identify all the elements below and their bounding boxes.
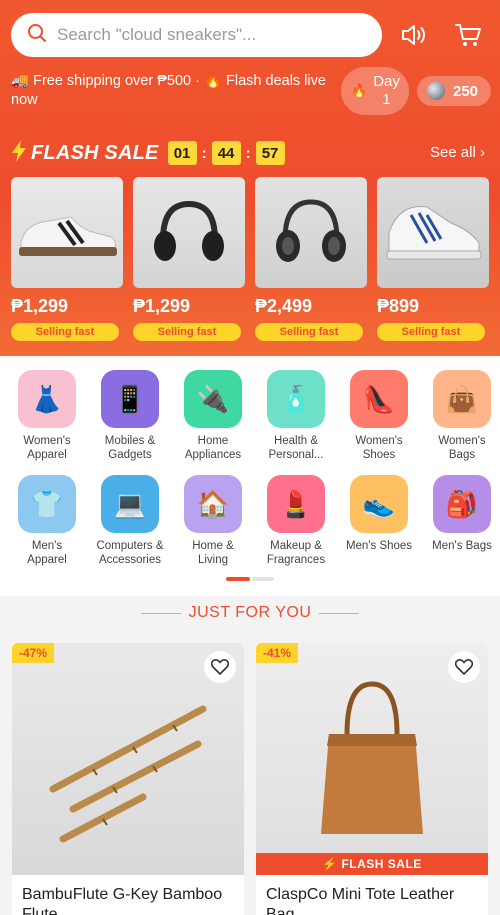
- shipping-notice: 🚚 Free shipping over ₱500 · 🔥 Flash deal…: [11, 73, 326, 108]
- search-input[interactable]: [57, 25, 357, 45]
- timer-minutes: 44: [211, 141, 241, 165]
- see-all-label: See all: [429, 144, 476, 161]
- just-for-you-title: JUST FOR YOU: [188, 604, 312, 621]
- sneaker-icon: 👟: [350, 475, 408, 533]
- product-price: ₱899: [377, 296, 420, 316]
- coin-icon: [427, 82, 445, 100]
- coins-count: 250: [453, 82, 479, 100]
- flash-sale-header: FLASH SALE 01 : 44 : 57: [11, 139, 285, 167]
- discount-badge: -47%: [12, 643, 55, 663]
- category-home-living[interactable]: 🏠 Home & Living: [172, 475, 254, 567]
- category-mobiles-gadgets[interactable]: 📱 Mobiles & Gadgets: [89, 370, 171, 462]
- selling-fast-tag: Selling fast: [255, 323, 363, 341]
- category-label: Men's Shoes: [345, 540, 413, 552]
- lightning-icon: [11, 139, 27, 167]
- fire-icon: 🔥: [351, 83, 368, 98]
- discount-badge: -41%: [256, 643, 299, 663]
- category-mens-bags[interactable]: 🎒 Men's Bags: [421, 475, 500, 567]
- search-icon: [27, 23, 47, 48]
- category-computers-accessories[interactable]: 💻 Computers & Accessories: [89, 475, 171, 567]
- product-price: ₱2,499: [255, 296, 313, 316]
- flute-image: -47%: [12, 643, 244, 875]
- sneaker-image: [377, 177, 489, 288]
- heart-icon[interactable]: [204, 651, 236, 683]
- lipstick-icon: 💄: [267, 475, 325, 533]
- heart-icon[interactable]: [448, 651, 480, 683]
- chevron-right-icon: ›: [480, 144, 485, 161]
- flash-product-card[interactable]: ₱2,499 Selling fast: [255, 177, 367, 341]
- timer-separator: :: [201, 144, 207, 162]
- dress-icon: 👗: [18, 370, 76, 428]
- category-grid: 👗 Women's Apparel 📱 Mobiles & Gadgets 🔌 …: [0, 356, 500, 596]
- product-name: ClaspCo Mini Tote Leather Bag: [266, 886, 455, 915]
- timer-hours: 01: [167, 141, 197, 165]
- selling-fast-tag: Selling fast: [377, 323, 485, 341]
- category-makeup-fragrances[interactable]: 💄 Makeup & Fragrances: [255, 475, 337, 567]
- see-all-link[interactable]: See all ›: [430, 144, 485, 161]
- header-section: 🚚 Free shipping over ₱500 · 🔥 Flash deal…: [0, 0, 500, 356]
- flash-sale-title: FLASH SALE: [31, 141, 159, 164]
- phone-icon: 📱: [101, 370, 159, 428]
- category-label: Women's Apparel: [23, 435, 71, 461]
- flash-product-card[interactable]: ₱899 Selling fast: [377, 177, 489, 341]
- heel-icon: 👠: [350, 370, 408, 428]
- category-womens-bags[interactable]: 👜 Women's Bags: [421, 370, 500, 462]
- timer-separator: :: [245, 144, 251, 162]
- category-label: Men's Apparel: [27, 540, 67, 566]
- tote-bag-image: -41% ⚡ FLASH SALE: [256, 643, 488, 875]
- category-label: Men's Bags: [432, 540, 492, 552]
- product-price: ₱1,299: [11, 296, 69, 316]
- headphones-image: [255, 177, 367, 288]
- laptop-icon: 💻: [101, 475, 159, 533]
- selling-fast-tag: Selling fast: [133, 323, 241, 341]
- search-bar[interactable]: [11, 13, 382, 57]
- sneaker-image: [11, 177, 123, 288]
- category-health-personal[interactable]: 🧴 Health & Personal...: [255, 370, 337, 462]
- timer-seconds: 57: [255, 141, 285, 165]
- backpack-icon: 🎒: [433, 475, 491, 533]
- category-label: Home Appliances: [184, 435, 242, 461]
- just-for-you-header: JUST FOR YOU: [0, 598, 500, 628]
- headphones-image: [133, 177, 245, 288]
- category-label: Women's Shoes: [355, 435, 403, 461]
- flash-sale-products: ₱1,299 Selling fast ₱1,299 Selling fast: [11, 177, 489, 341]
- category-label: Home & Living: [192, 540, 234, 566]
- category-home-appliances[interactable]: 🔌 Home Appliances: [172, 370, 254, 462]
- category-label: Computers & Accessories: [96, 540, 164, 566]
- category-scroll-indicator: [226, 577, 274, 581]
- flash-product-card[interactable]: ₱1,299 Selling fast: [11, 177, 123, 341]
- day-label: Day 1: [373, 73, 400, 108]
- category-womens-shoes[interactable]: 👠 Women's Shoes: [338, 370, 420, 462]
- cart-icon[interactable]: [452, 19, 484, 51]
- product-card[interactable]: -47% BambuFlute G-Key Bamboo Flute: [12, 643, 244, 915]
- plug-icon: 🔌: [184, 370, 242, 428]
- product-card[interactable]: -41% ⚡ FLASH SALE ClaspCo Mini Tote Leat…: [256, 643, 488, 915]
- category-label: Makeup & Fragrances: [266, 540, 326, 566]
- daily-checkin-pill[interactable]: 🔥 Day 1: [341, 67, 409, 115]
- flash-product-card[interactable]: ₱1,299 Selling fast: [133, 177, 245, 341]
- selling-fast-tag: Selling fast: [11, 323, 119, 341]
- handbag-icon: 👜: [433, 370, 491, 428]
- flash-sale-banner: ⚡ FLASH SALE: [256, 853, 488, 875]
- product-price: ₱1,299: [133, 296, 191, 316]
- lotion-icon: 🧴: [267, 370, 325, 428]
- category-label: Mobiles & Gadgets: [104, 435, 156, 461]
- category-mens-shoes[interactable]: 👟 Men's Shoes: [338, 475, 420, 567]
- shirt-icon: 👕: [18, 475, 76, 533]
- coins-pill[interactable]: 250: [417, 76, 491, 106]
- product-name: BambuFlute G-Key Bamboo Flute: [22, 886, 223, 915]
- speaker-icon[interactable]: [398, 19, 430, 51]
- category-label: Health & Personal...: [268, 435, 324, 461]
- category-womens-apparel[interactable]: 👗 Women's Apparel: [6, 370, 88, 462]
- category-label: Women's Bags: [438, 435, 486, 461]
- house-icon: 🏠: [184, 475, 242, 533]
- category-mens-apparel[interactable]: 👕 Men's Apparel: [6, 475, 88, 567]
